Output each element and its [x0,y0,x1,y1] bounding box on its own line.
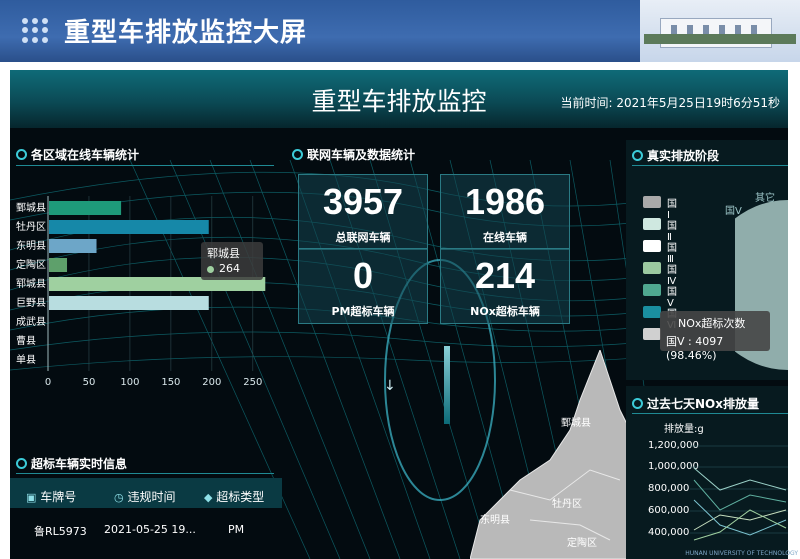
y-tick-label: 曹县 [16,334,36,347]
stage-panel-title: 真实排放阶段 [632,147,719,164]
col-type[interactable]: ◆ 超标类型 [204,488,264,505]
stat-card-online: 1986 在线车辆 [440,174,570,250]
x-tick-label: 250 [243,377,262,388]
clock-icon: ◷ [114,491,124,504]
nox-ytick: 400,000 [648,527,690,538]
nox-unit: 排放量:g [664,424,704,435]
x-tick-label: 100 [120,377,139,388]
nox-ytick: 800,000 [648,483,690,494]
pie-label-guo5: 国Ⅴ [725,206,742,217]
divider [632,165,788,166]
x-tick-label: 200 [202,377,221,388]
y-tick-label: 单县 [16,354,36,366]
nox-line-chart [690,445,788,541]
row-time[interactable]: 2021-05-25 19... [104,523,196,536]
county-map [470,350,630,559]
x-tick-label: 150 [161,377,180,388]
stat-card-nox: 214 NOx超标车辆 [440,248,570,324]
map-label-dongming: 东明县 [480,515,510,526]
stats-panel-title: 联网车辆及数据统计 [292,146,415,163]
nox-ytick: 600,000 [648,505,690,516]
bar [49,201,122,215]
y-tick-label: 巨野县 [16,297,46,309]
bar [49,220,209,234]
divider [16,473,274,474]
plate-icon: ▣ [26,491,37,504]
bar [49,296,209,310]
stat-card-total: 3957 总联网车辆 [298,174,428,250]
map-label-juancheng: 鄄城县 [561,418,591,429]
level-gauge [444,346,450,424]
y-tick-label: 鄄城县 [16,202,46,214]
bar [49,239,97,253]
y-tick-label: 东明县 [16,239,46,252]
col-plate[interactable]: ▣ 车牌号 [26,488,76,505]
col-time[interactable]: ◷ 违规时间 [114,488,175,505]
map-label-mudan: 牡丹区 [552,499,582,510]
y-tick-label: 牡丹区 [16,220,46,233]
divider [632,413,788,414]
tag-icon: ◆ [204,491,213,504]
arrow-down-icon: ↓ [384,378,396,394]
tooltip-dot-icon [207,266,214,273]
bar-tooltip: 郓城县 264 [201,242,263,280]
y-tick-label: 定陶区 [16,258,46,271]
pie-tooltip: NOx超标次数 国Ⅴ : 4097 (98.46%) [660,311,770,362]
y-tick-label: 郓城县 [16,278,46,290]
circle-icon [632,398,643,409]
vehicle-panel-title: 超标车辆实时信息 [16,455,127,472]
bar [49,258,68,272]
row-type[interactable]: PM [228,523,244,536]
stat-card-pm: 0 PM超标车辆 [298,248,428,324]
nox-panel-title: 过去七天NOx排放量 [632,395,759,412]
x-tick-label: 0 [45,377,51,388]
pie-label-other: 其它 [755,193,775,204]
circle-icon [632,150,643,161]
circle-icon [292,149,303,160]
row-plate[interactable]: 鲁RL5973 [34,523,87,539]
y-tick-label: 成武县 [16,315,46,328]
x-tick-label: 50 [83,377,96,388]
university-watermark: HUNAN UNIVERSITY OF TECHNOLOGY [685,550,798,557]
circle-icon [16,458,27,469]
map-label-dingtao: 定陶区 [567,538,597,549]
